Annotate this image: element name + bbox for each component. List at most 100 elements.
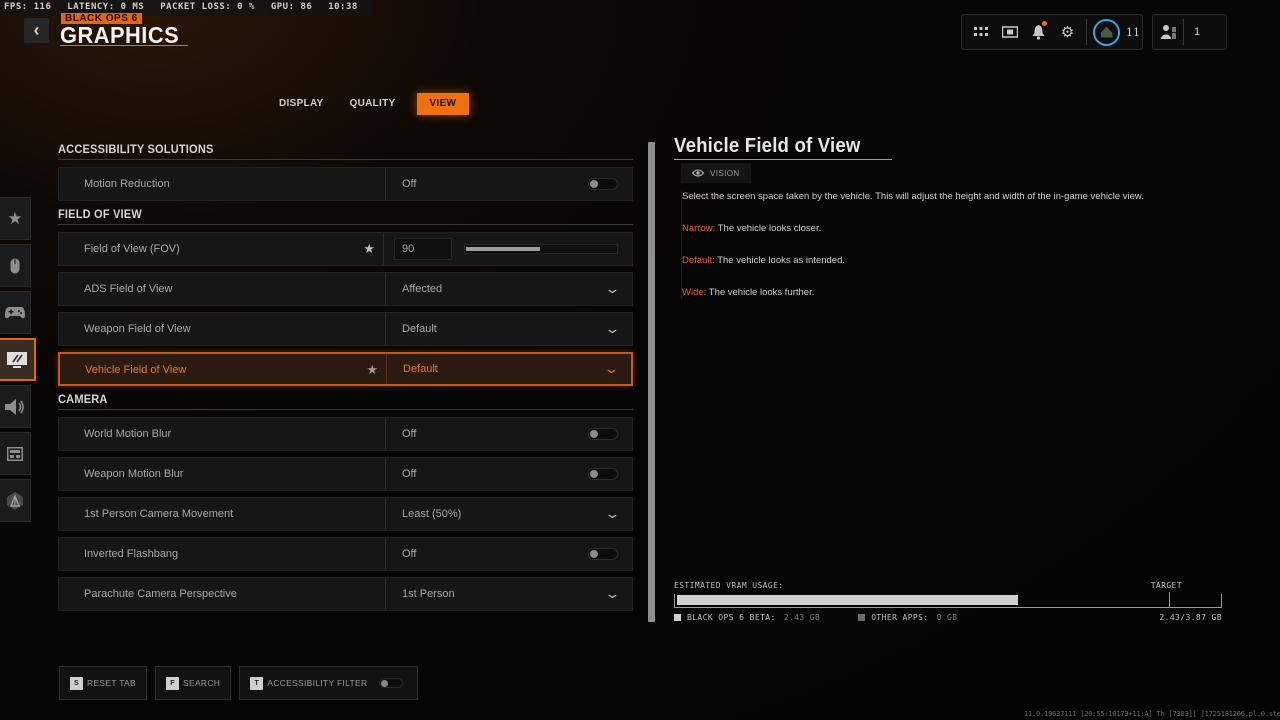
player-level-ring[interactable]	[1093, 18, 1120, 46]
store-icon[interactable]	[995, 18, 1024, 46]
button-label: SEARCH	[183, 678, 221, 688]
favorite-star-icon[interactable]: ★	[363, 233, 375, 265]
inverted-flashbang-toggle[interactable]	[588, 548, 618, 560]
option-key: Narrow:	[682, 223, 716, 234]
nav-interface[interactable]	[0, 432, 31, 475]
player-level: 11	[1126, 25, 1140, 39]
fps-value: 116	[33, 2, 52, 12]
party-widget[interactable]: 1	[1152, 14, 1227, 50]
setting-vehicle-field-of-view[interactable]: Vehicle Field of View ★ Default ⌄	[58, 352, 633, 386]
setting-value: Off	[402, 548, 417, 560]
menu-grid-icon[interactable]	[966, 18, 995, 46]
settings-scrollbar[interactable]	[648, 142, 655, 622]
option-text: The vehicle looks further.	[706, 287, 815, 298]
button-label: ACCESSIBILITY FILTER	[267, 678, 368, 688]
chevron-down-icon[interactable]: ⌄	[603, 361, 619, 377]
setting-inverted-flashbang[interactable]: Inverted Flashbang Off	[58, 537, 633, 571]
favorite-star-icon[interactable]: ★	[366, 354, 378, 386]
option-key: Default:	[682, 255, 715, 266]
tab-quality[interactable]: QUALITY	[337, 93, 409, 115]
eye-icon	[692, 169, 704, 177]
button-label: RESET TAB	[87, 678, 136, 688]
accessibility-filter-toggle[interactable]	[379, 678, 404, 688]
toggle-knob	[590, 470, 598, 478]
party-members-icon	[1161, 25, 1176, 39]
world-motion-blur-toggle[interactable]	[588, 428, 618, 440]
back-button[interactable]: ‹	[24, 18, 49, 43]
vram-total: 2.43/3.87 GB	[1159, 612, 1222, 622]
setting-label: Inverted Flashbang	[84, 548, 179, 560]
keybind-s: S	[70, 676, 83, 690]
setting-value: Off	[402, 428, 417, 440]
setting-1st-person-camera-movement[interactable]: 1st Person Camera Movement Least (50%) ⌄	[58, 497, 633, 531]
setting-field-of-view[interactable]: Field of View (FOV) ★ 90	[58, 232, 633, 266]
setting-value: Default	[402, 323, 437, 335]
vram-target-marker	[1168, 592, 1170, 607]
build-version: 11.0.19637111 [20:55:10173+11:A] Th [738…	[1024, 710, 1280, 718]
packet-loss-label: PACKET LOSS:	[160, 2, 232, 12]
star-icon: ★	[7, 208, 23, 228]
setting-value: Affected	[402, 283, 443, 295]
game-value: 2.43 GB	[783, 612, 821, 622]
nav-audio[interactable]	[0, 385, 31, 428]
setting-weapon-field-of-view[interactable]: Weapon Field of View Default ⌄	[58, 312, 633, 346]
setting-label: Motion Reduction	[84, 178, 170, 190]
vram-game-fill	[677, 595, 1018, 605]
other-legend-swatch	[858, 613, 866, 621]
setting-weapon-motion-blur[interactable]: Weapon Motion Blur Off	[58, 457, 633, 491]
setting-ads-field-of-view[interactable]: ADS Field of View Affected ⌄	[58, 272, 633, 306]
detail-description: Select the screen space taken by the veh…	[681, 191, 1234, 299]
category-tag: VISION	[681, 163, 751, 183]
chevron-down-icon[interactable]: ⌄	[604, 321, 620, 337]
keybind-f: F	[166, 676, 179, 690]
section-accessibility-solutions: ACCESSIBILITY SOLUTIONS	[58, 142, 634, 160]
interface-layout-icon	[7, 446, 23, 461]
vram-label: ESTIMATED VRAM USAGE:	[674, 581, 784, 590]
other-value: 0 GB	[936, 612, 958, 622]
setting-motion-reduction[interactable]: Motion Reduction Off	[58, 167, 633, 201]
latency-value: 0 MS	[120, 2, 145, 12]
chevron-down-icon[interactable]: ⌄	[604, 506, 620, 522]
title-underline	[60, 45, 188, 46]
nav-network[interactable]	[0, 479, 31, 522]
motion-reduction-toggle[interactable]	[588, 178, 618, 190]
setting-label: 1st Person Camera Movement	[84, 508, 234, 520]
tab-display[interactable]: DISPLAY	[266, 93, 337, 115]
tab-view[interactable]: VIEW	[416, 93, 470, 115]
vram-target-label: TARGET	[1150, 581, 1182, 590]
fps-label: FPS:	[4, 2, 28, 12]
setting-value: Default	[403, 363, 438, 375]
option-text: The vehicle looks closer.	[715, 223, 822, 234]
chevron-down-icon[interactable]: ⌄	[604, 586, 620, 602]
nav-graphics[interactable]	[0, 338, 36, 381]
chevron-left-icon: ‹	[33, 20, 40, 40]
reset-tab-button[interactable]: S RESET TAB	[59, 666, 147, 700]
description-text: Select the screen space taken by the veh…	[682, 191, 1144, 202]
fov-slider[interactable]	[464, 244, 618, 254]
fov-value-input[interactable]: 90	[394, 238, 452, 260]
game-label: BLACK OPS 6 BETA:	[687, 612, 776, 622]
fov-slider-fill	[466, 247, 540, 251]
section-camera: CAMERA	[58, 392, 634, 410]
gpu-label: GPU:	[270, 2, 295, 12]
settings-gear-icon[interactable]: ⚙	[1053, 18, 1082, 46]
setting-world-motion-blur[interactable]: World Motion Blur Off	[58, 417, 633, 451]
bottom-actions: S RESET TAB F SEARCH T ACCESSIBILITY FILTER	[59, 666, 419, 700]
search-button[interactable]: F SEARCH	[155, 666, 232, 700]
nav-mouse-keyboard[interactable]	[0, 244, 31, 287]
setting-label: Vehicle Field of View	[85, 364, 187, 376]
chevron-down-icon[interactable]: ⌄	[604, 281, 620, 297]
nav-favorites[interactable]: ★	[0, 197, 31, 240]
detail-title-underline	[674, 159, 892, 160]
network-tower-icon	[7, 491, 23, 510]
detail-title: Vehicle Field of View	[674, 135, 861, 157]
setting-value: 1st Person	[402, 588, 455, 600]
notifications-bell-icon[interactable]	[1024, 18, 1053, 46]
weapon-motion-blur-toggle[interactable]	[588, 468, 618, 480]
accessibility-filter-button[interactable]: T ACCESSIBILITY FILTER	[239, 666, 419, 700]
setting-parachute-camera-perspective[interactable]: Parachute Camera Perspective 1st Person ⌄	[58, 577, 633, 611]
setting-label: Weapon Motion Blur	[84, 468, 184, 480]
option-default: Default: The vehicle looks as intended.	[682, 255, 1234, 267]
nav-controller[interactable]	[0, 291, 31, 334]
section-field-of-view: FIELD OF VIEW	[58, 207, 634, 225]
